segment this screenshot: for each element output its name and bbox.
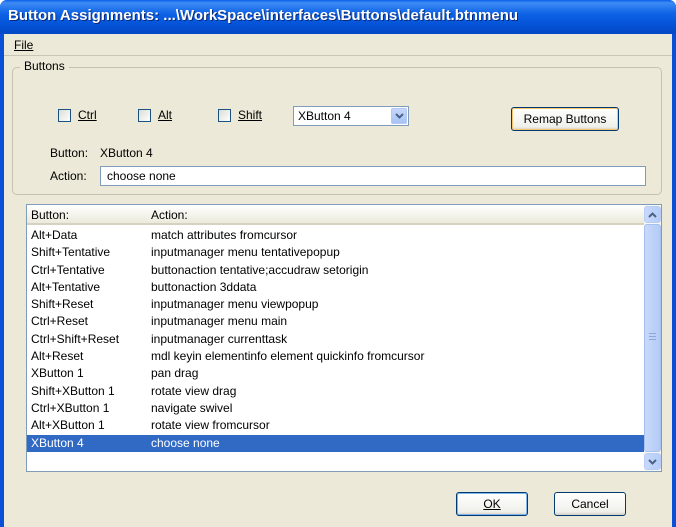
row-button-cell: Shift+Tentative [31, 245, 111, 260]
list-header: Button: Action: [27, 205, 645, 225]
table-row[interactable]: Alt+Data match attributes fromcursor [27, 227, 645, 244]
row-button-cell: Ctrl+XButton 1 [31, 400, 110, 415]
scroll-down-button[interactable] [644, 453, 661, 470]
row-action-cell: inputmanager menu main [151, 314, 288, 329]
shift-checkbox-label: Shift [238, 108, 263, 122]
menu-file[interactable]: File [10, 37, 37, 53]
button-label: Button: [50, 146, 89, 160]
thumb-grip-line [649, 333, 656, 334]
table-row[interactable]: Shift+XButton 1 rotate view drag [27, 383, 645, 400]
row-action-cell: inputmanager currenttask [151, 331, 288, 346]
row-button-cell: Alt+Tentative [31, 279, 101, 294]
chevron-up-icon [648, 211, 657, 218]
thumb-grip-line [649, 336, 656, 337]
row-button-cell: Alt+Data [31, 228, 78, 242]
title-bar[interactable]: Button Assignments: ...\WorkSpace\interf… [0, 0, 676, 34]
menu-file-label: File [14, 38, 34, 52]
row-action-cell: pan drag [151, 366, 199, 381]
row-action-cell: choose none [151, 435, 220, 450]
row-button-cell: XButton 1 [31, 366, 84, 381]
row-button-cell: Shift+Reset [31, 297, 94, 312]
table-row[interactable]: Alt+XButton 1 rotate view fromcursor [27, 417, 645, 434]
remap-buttons-button[interactable]: Remap Buttons [511, 107, 619, 131]
table-row[interactable]: Alt+Reset mdl keyin elementinfo element q… [27, 348, 645, 365]
table-row[interactable]: Ctrl+Reset inputmanager menu main [27, 313, 645, 330]
row-action-cell: navigate swivel [151, 400, 233, 415]
alt-checkbox-label: Alt [158, 108, 173, 122]
window-title: Button Assignments: ...\WorkSpace\interf… [8, 7, 519, 24]
button-select[interactable]: XButton 4 [293, 106, 409, 126]
row-button-cell: Shift+XButton 1 [31, 383, 115, 398]
dropdown-arrow-button[interactable] [391, 108, 407, 124]
menu-bar: File [4, 34, 672, 56]
button-select-value: XButton 4 [298, 109, 351, 123]
row-button-cell: Ctrl+Tentative [31, 262, 105, 277]
ok-button-label: OK [483, 497, 501, 511]
ctrl-checkbox-label: Ctrl [78, 108, 97, 122]
row-action-cell: buttonaction tentative;accudraw setorigi… [151, 262, 369, 277]
action-label: Action: [50, 169, 87, 183]
row-button-cell: XButton 4 [31, 435, 84, 450]
alt-checkbox[interactable] [138, 108, 151, 122]
column-header-button[interactable]: Button: [31, 208, 69, 222]
scroll-thumb[interactable] [644, 224, 661, 452]
table-row[interactable]: Shift+Tentative inputmanager menu tentati… [27, 244, 645, 261]
scroll-up-button[interactable] [644, 206, 661, 223]
row-action-cell: buttonaction 3ddata [151, 279, 257, 294]
table-row[interactable]: XButton 4 choose none [27, 434, 645, 452]
table-row[interactable]: Alt+Tentative buttonaction 3ddata [27, 279, 645, 296]
row-action-cell: mdl keyin elementinfo element quickinfo … [151, 349, 425, 364]
ok-button[interactable]: OK [456, 492, 528, 516]
ctrl-checkbox[interactable] [58, 108, 71, 122]
row-action-cell: match attributes fromcursor [151, 228, 298, 242]
dialog-client-area: File Buttons Ctrl Alt Shift XButton 4 Re… [4, 34, 672, 527]
row-action-cell: inputmanager menu tentativepopup [151, 245, 340, 260]
table-row[interactable]: XButton 1 pan drag [27, 365, 645, 382]
dialog-window: Button Assignments: ...\WorkSpace\interf… [0, 0, 676, 527]
table-row[interactable]: Ctrl+Tentative buttonaction tentative;acc… [27, 262, 645, 279]
vertical-scrollbar[interactable] [644, 205, 661, 471]
list-rows: Alt+Data match attributes fromcursor Shift… [27, 227, 645, 452]
button-value: XButton 4 [100, 146, 153, 160]
shift-checkbox-row[interactable]: Shift [218, 107, 262, 123]
row-button-cell: Ctrl+Reset [31, 314, 89, 329]
ctrl-checkbox-row[interactable]: Ctrl [58, 107, 97, 123]
chevron-down-icon [648, 458, 657, 465]
table-row[interactable]: Ctrl+XButton 1 navigate swivel [27, 400, 645, 417]
row-button-cell: Alt+Reset [31, 349, 84, 364]
chevron-down-icon [394, 113, 404, 119]
row-action-cell: rotate view drag [151, 383, 237, 398]
row-action-cell: inputmanager menu viewpopup [151, 297, 319, 312]
table-row[interactable]: Ctrl+Shift+Reset inputmanager currenttask [27, 331, 645, 348]
alt-checkbox-row[interactable]: Alt [138, 107, 172, 123]
row-button-cell: Alt+XButton 1 [31, 418, 105, 433]
row-button-cell: Ctrl+Shift+Reset [31, 331, 120, 346]
assignments-list[interactable]: Button: Action: Alt+Data match attributes… [26, 204, 662, 472]
shift-checkbox[interactable] [218, 108, 231, 122]
buttons-group-legend: Buttons [20, 59, 69, 73]
column-header-action[interactable]: Action: [151, 208, 188, 222]
cancel-button[interactable]: Cancel [554, 492, 626, 516]
action-input[interactable]: choose none [100, 166, 646, 186]
thumb-grip-line [649, 339, 656, 340]
table-row[interactable]: Shift+Reset inputmanager menu viewpopup [27, 296, 645, 313]
row-action-cell: rotate view fromcursor [151, 418, 270, 433]
